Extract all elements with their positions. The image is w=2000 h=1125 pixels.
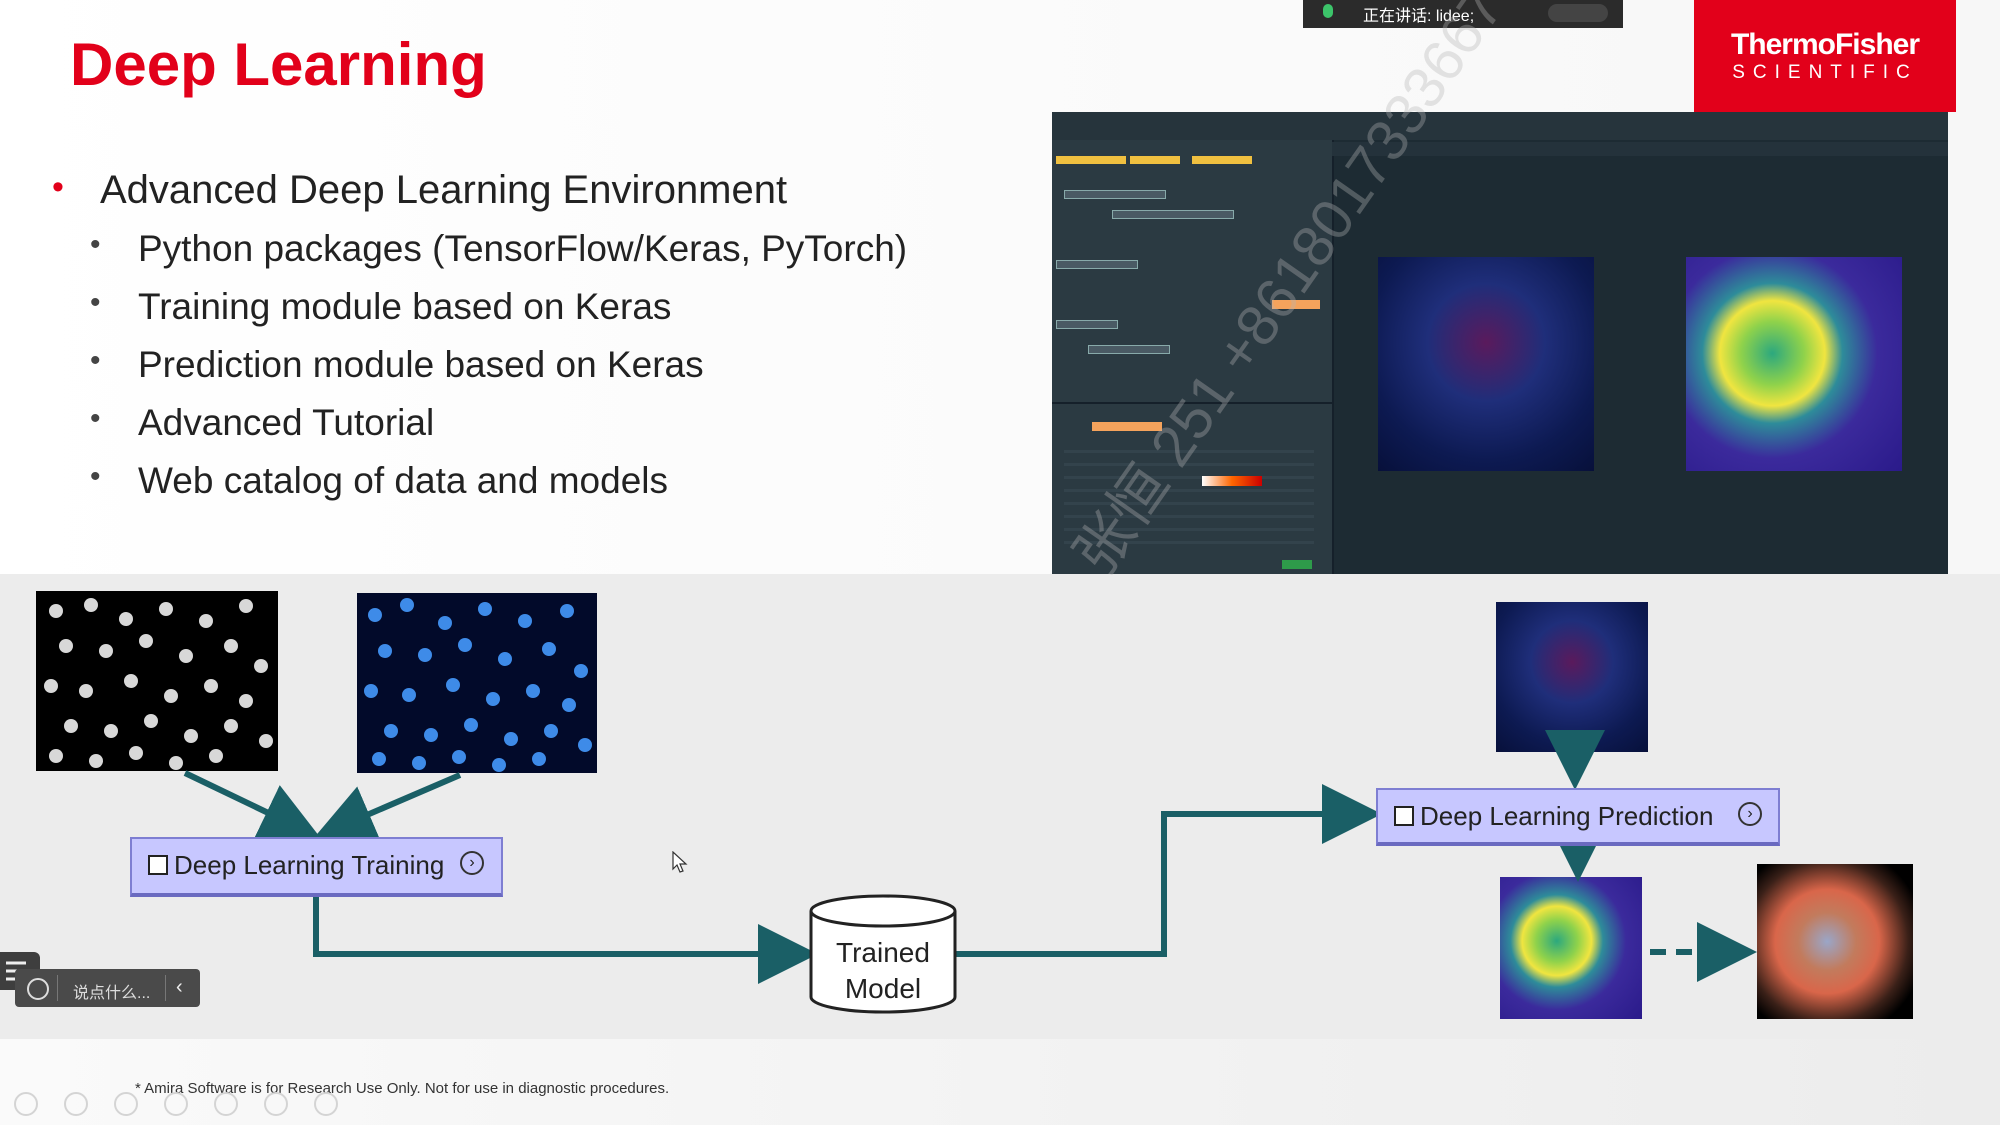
more-icon[interactable] — [264, 1092, 288, 1116]
deep-learning-training-box: Deep Learning Training › — [130, 837, 503, 897]
mouse-cursor-icon — [672, 851, 688, 873]
model-label-line-2: Model — [844, 973, 922, 1004]
circle-chevron-right-icon: › — [1738, 802, 1762, 826]
training-label: Deep Learning Training — [174, 850, 445, 880]
arrow-image-to-training — [183, 770, 321, 840]
chat-placeholder[interactable]: 说点什么... — [73, 979, 150, 1003]
previous-slide-icon[interactable] — [14, 1092, 38, 1116]
footnote: * Amira Software is for Research Use Onl… — [135, 1080, 670, 1097]
checkbox-icon — [1394, 806, 1414, 826]
chat-input-bar[interactable]: 说点什么... ‹ — [15, 969, 200, 1007]
pen-icon[interactable] — [114, 1092, 138, 1116]
circle-chevron-right-icon: › — [460, 851, 484, 875]
emoji-icon[interactable] — [27, 978, 49, 1000]
checkbox-icon — [148, 855, 168, 875]
arrow-labels-to-training — [313, 772, 462, 842]
next-slide-icon[interactable] — [64, 1092, 88, 1116]
trained-model-label: Trained Model — [808, 935, 958, 1007]
divider — [165, 975, 166, 1001]
chevron-left-icon[interactable]: ‹ — [176, 976, 183, 999]
model-label-line-1: Trained — [836, 937, 930, 968]
flow-arrows — [183, 730, 1757, 984]
arrow-model-to-prediction — [955, 784, 1382, 957]
arrow-training-to-model — [313, 896, 818, 984]
prediction-label: Deep Learning Prediction — [1420, 801, 1714, 831]
deep-learning-prediction-box: Deep Learning Prediction › — [1376, 788, 1780, 846]
divider — [57, 975, 58, 1001]
options-icon[interactable] — [314, 1092, 338, 1116]
zoom-icon[interactable] — [214, 1092, 238, 1116]
grid-icon[interactable] — [164, 1092, 188, 1116]
